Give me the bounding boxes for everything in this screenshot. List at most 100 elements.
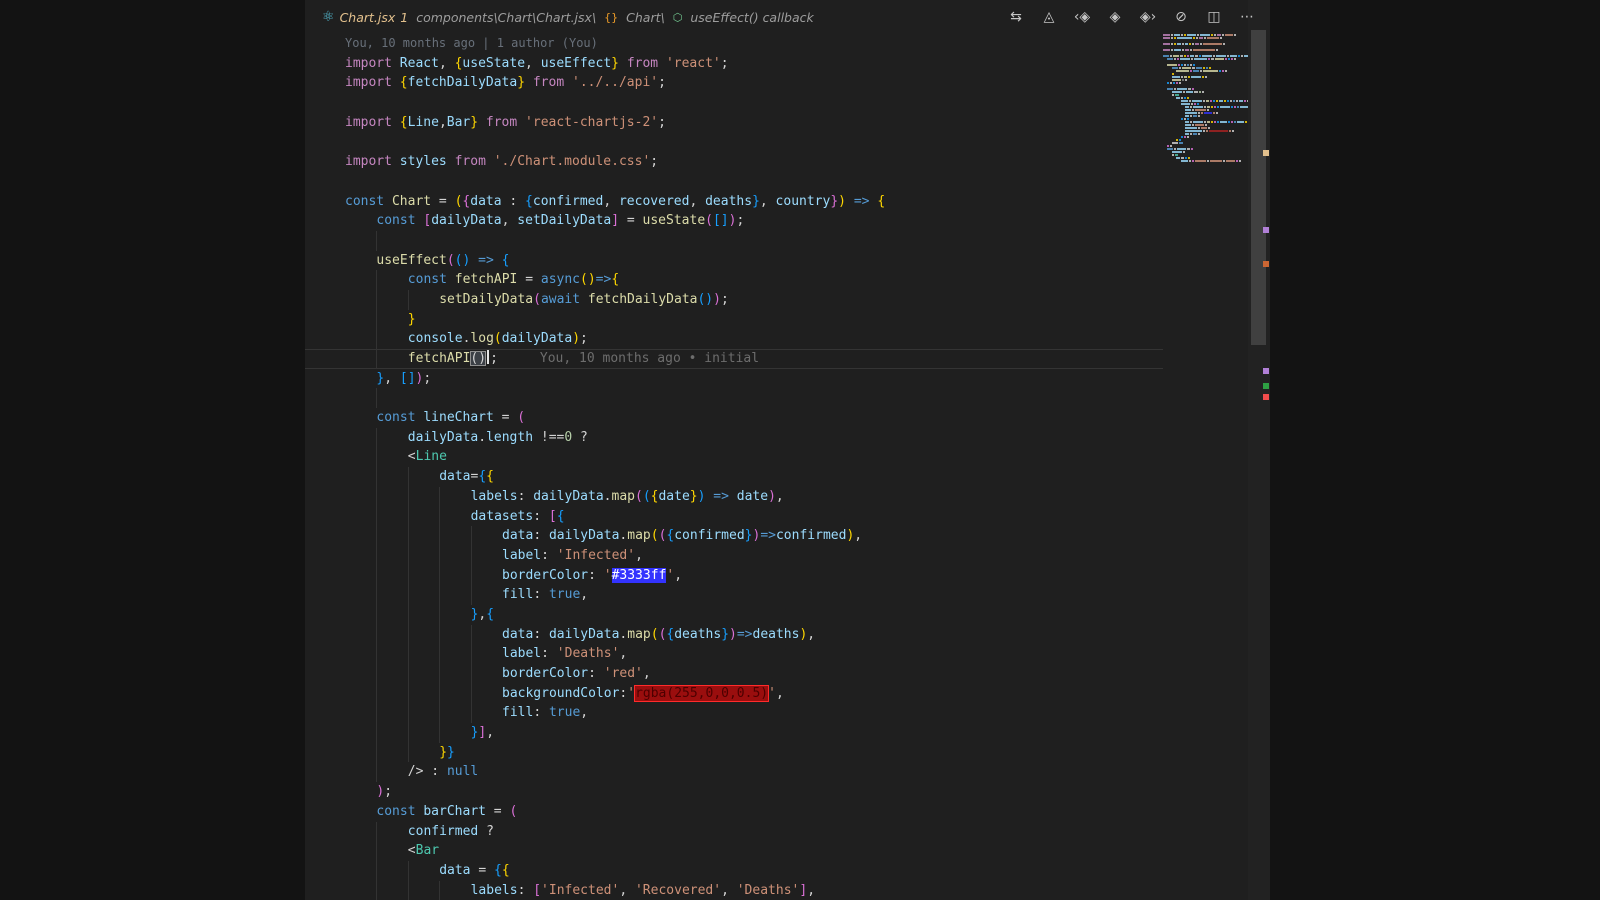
minimap-line [1163,67,1248,69]
breadcrumb-symbol-chart[interactable]: Chart\ [626,10,665,25]
minimap-token [1181,64,1184,66]
code-token: confirmed [532,193,604,209]
minimap-token [1216,112,1218,114]
code-token: React [399,55,439,71]
code-token: date [658,488,690,504]
code-token: ( [642,488,651,504]
breadcrumb: ⚛ Chart.jsx 1 components\Chart\Chart.jsx… [305,9,814,25]
code-token: = [493,410,518,426]
code-token: , [689,193,706,209]
minimap-line [1163,106,1248,108]
minimap-token [1180,58,1191,60]
code-line: data={{ [305,467,1248,487]
minimap-token [1204,37,1206,39]
minimap-token [1177,58,1180,60]
minimap-token [1180,136,1183,138]
minimap-token [1183,118,1186,120]
minimap-content [1163,34,1248,162]
indent-guide [470,565,472,586]
minimap-token [1171,91,1182,93]
minimap-token [1185,157,1188,159]
indent-guide [376,664,378,684]
indent-guide [376,289,378,310]
code-token: () [697,291,714,307]
code-token: ( [634,488,643,504]
code-token: from [626,55,659,71]
code-token: map [627,528,651,544]
minimap-token [1171,43,1173,45]
code-token: < [407,843,416,859]
indent-guide [376,506,378,527]
split-editor-icon[interactable]: ◫ [1203,6,1225,28]
minimap-token [1194,160,1206,162]
code-area[interactable]: You, 10 months ago | 1 author (You) impo… [305,34,1248,900]
code-token: './Chart.module.css' [493,154,651,170]
minimap-token [1220,37,1222,39]
breadcrumb-symbol-useeffect[interactable]: useEffect() callback [690,10,813,25]
minimap[interactable] [1163,34,1248,434]
previous-change-icon[interactable]: ‹◈ [1071,6,1093,28]
minimap-token [1180,76,1183,78]
minimap-token [1195,67,1202,69]
breadcrumb-path[interactable]: components\Chart\Chart.jsx\ [416,10,596,25]
code-token: true [548,705,581,721]
indent-guide [470,664,472,684]
file-annotations-icon[interactable]: ◬ [1038,6,1060,28]
minimap-token [1234,34,1236,36]
minimap-token [1173,55,1179,57]
code-token: ; [658,75,666,91]
next-change-icon[interactable]: ◈› [1137,6,1159,28]
code-token: : [517,488,534,504]
code-token: => [853,193,870,209]
code-token: null [446,764,479,780]
code-token: : [533,626,549,642]
minimap-line [1163,79,1248,81]
code-token: fetchDailyData [407,75,518,91]
minimap-token [1177,88,1188,90]
code-token: { [493,862,502,878]
minimap-token [1163,49,1170,51]
minimap-token [1197,34,1199,36]
minimap-token [1174,34,1180,36]
editor-actions: ⇆ ◬ ‹◈ ◈ ◈› ⊘ ◫ ⋯ [1005,6,1270,28]
minimap-line [1163,115,1248,117]
minimap-token [1192,109,1194,111]
code-token: fill [502,705,534,721]
compare-changes-icon[interactable]: ⇆ [1005,6,1027,28]
code-token: ) [572,331,581,347]
open-changes-with-icon[interactable]: ⊘ [1170,6,1192,28]
minimap-token [1181,79,1184,81]
vertical-scrollbar[interactable] [1248,0,1270,900]
code-token: confirmed [407,823,479,839]
minimap-line [1163,130,1248,132]
minimap-token [1216,55,1226,57]
minimap-line [1163,139,1248,141]
indent-guide [376,585,378,605]
minimap-line [1163,55,1248,57]
code-token: () [580,272,596,288]
open-changes-icon[interactable]: ◈ [1104,6,1126,28]
minimap-token [1176,97,1181,99]
minimap-token [1216,49,1218,51]
code-line: const fetchAPI = async()=>{ [305,270,1248,290]
breadcrumb-file-name[interactable]: Chart.jsx [340,10,396,25]
indent-guide [376,270,378,290]
minimap-token [1171,37,1173,39]
code-line: borderColor: 'red', [305,664,1248,684]
minimap-token [1163,55,1169,57]
code-line: dailyData.length !==0 ? [305,427,1248,448]
code-line: import styles from './Chart.module.css'; [305,152,1248,172]
minimap-token [1209,160,1222,162]
code-line: labels: ['Infected', 'Recovered', 'Death… [305,880,1248,900]
code-token: , [619,882,635,898]
code-token: useEffect [540,55,612,71]
minimap-line [1163,121,1248,123]
react-file-icon: ⚛ [322,9,335,25]
minimap-token [1214,34,1216,36]
minimap-token [1187,76,1190,78]
